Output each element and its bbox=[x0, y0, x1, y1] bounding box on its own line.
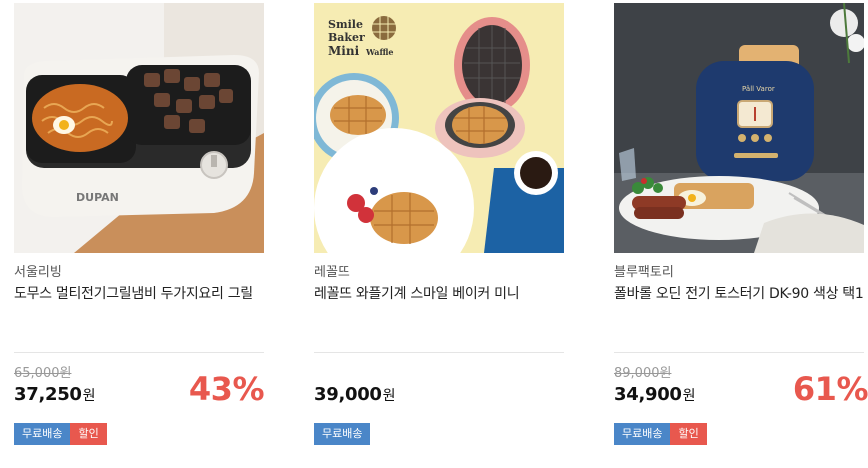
product-image-toaster[interactable]: Pâll Varor bbox=[614, 3, 864, 253]
sale-price: 37,250원 bbox=[14, 384, 96, 405]
product-card[interactable]: DUPAN 서울리빙 도무스 멀티전기그릴냄비 두가지요리 그릴 65,000원… bbox=[14, 0, 265, 468]
divider bbox=[14, 352, 264, 353]
svg-text:DUPAN: DUPAN bbox=[76, 191, 119, 204]
price-value: 39,000 bbox=[314, 384, 382, 405]
divider bbox=[614, 352, 864, 353]
price-currency: 원 bbox=[382, 388, 396, 404]
sale-badge: 할인 bbox=[70, 423, 107, 445]
svg-text:Pâll Varor: Pâll Varor bbox=[742, 85, 775, 93]
original-price: 89,000원 bbox=[614, 366, 672, 381]
badge-group: 무료배송 할인 bbox=[614, 423, 707, 445]
shop-name[interactable]: 레꼴뜨 bbox=[314, 261, 350, 280]
product-image-waffle-maker[interactable]: Smile Baker Mini Waffle bbox=[314, 3, 564, 253]
product-card[interactable]: Pâll Varor 블루팩토리 폴바롤 오딘 전기 토스터기 DK-90 색상… bbox=[614, 0, 868, 468]
free-shipping-badge: 무료배송 bbox=[614, 423, 671, 445]
shop-name[interactable]: 서울리빙 bbox=[14, 261, 62, 280]
badge-group: 무료배송 bbox=[314, 423, 371, 445]
price-value: 34,900 bbox=[614, 384, 682, 405]
original-price: 65,000원 bbox=[14, 366, 72, 381]
price-value: 37,250 bbox=[14, 384, 82, 405]
discount-rate: 43% bbox=[188, 370, 265, 408]
product-title[interactable]: 레꼴뜨 와플기계 스마일 베이커 미니 bbox=[314, 283, 520, 303]
product-title[interactable]: 도무스 멀티전기그릴냄비 두가지요리 그릴 bbox=[14, 283, 253, 303]
product-card[interactable]: Smile Baker Mini Waffle 레꼴뜨 레꼴뜨 와플기계 스마일… bbox=[314, 0, 564, 468]
sale-price: 39,000원 bbox=[314, 384, 396, 405]
sale-price: 34,900원 bbox=[614, 384, 696, 405]
svg-text:Baker: Baker bbox=[328, 31, 365, 44]
svg-text:Waffle: Waffle bbox=[365, 47, 394, 57]
price-currency: 원 bbox=[82, 388, 96, 404]
price-currency: 원 bbox=[682, 388, 696, 404]
divider bbox=[314, 352, 564, 353]
sale-badge: 할인 bbox=[670, 423, 707, 445]
product-title[interactable]: 폴바롤 오딘 전기 토스터기 DK-90 색상 택1 bbox=[614, 283, 864, 303]
free-shipping-badge: 무료배송 bbox=[14, 423, 71, 445]
discount-rate: 61% bbox=[792, 370, 868, 408]
free-shipping-badge: 무료배송 bbox=[314, 423, 371, 445]
svg-text:Mini: Mini bbox=[328, 44, 360, 58]
svg-text:Smile: Smile bbox=[328, 18, 363, 31]
shop-name[interactable]: 블루팩토리 bbox=[614, 261, 674, 280]
badge-group: 무료배송 할인 bbox=[14, 423, 107, 445]
product-image-grill[interactable]: DUPAN bbox=[14, 3, 264, 253]
